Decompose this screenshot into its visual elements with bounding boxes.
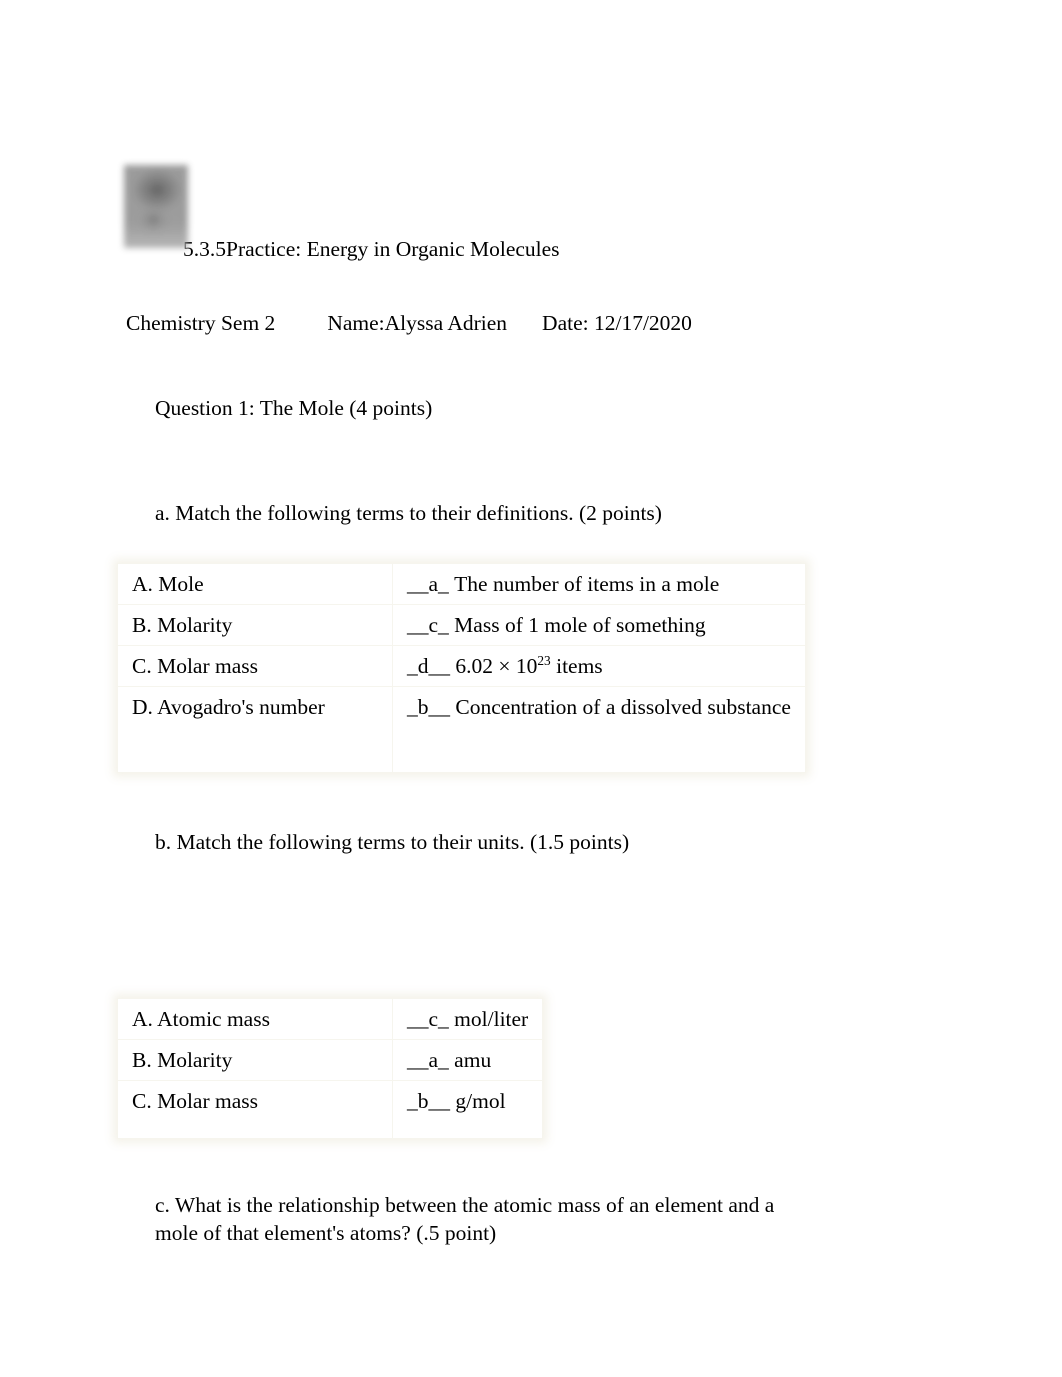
definition-label-suffix: items — [550, 654, 603, 678]
part-c-prompt: c. What is the relationship between the … — [155, 1193, 775, 1245]
answer-blank[interactable]: _d__ — [407, 654, 450, 678]
term-label: B. Molarity — [132, 613, 233, 637]
student-name-label: Name:Alyssa Adrien — [327, 311, 508, 335]
term-label: C. Molar mass — [132, 1089, 259, 1113]
course-label: Chemistry Sem 2 — [126, 311, 276, 335]
answer-blank[interactable]: __a_ — [407, 572, 449, 596]
page-title: 5.3.5Practice: Energy in Organic Molecul… — [183, 236, 560, 261]
term-label: B. Molarity — [132, 1048, 233, 1072]
document-meta-line: Chemistry Sem 2 Name:Alyssa Adrien Date: 1… — [126, 311, 692, 336]
term-cell: C. Molar mass — [117, 1080, 393, 1139]
table-row: C. Molar mass _b__ g/mol — [117, 1080, 544, 1139]
document-header: 5.3.5Practice: Energy in Organic Molecul… — [124, 165, 944, 262]
answer-blank[interactable]: __a_ — [407, 1048, 449, 1072]
answer-blank[interactable]: __c_ — [407, 613, 449, 637]
term-cell: C. Molar mass — [117, 645, 393, 687]
term-cell: B. Molarity — [117, 1039, 393, 1081]
definition-cell[interactable]: __c_ Mass of 1 mole of something — [392, 604, 806, 646]
table-row: B. Molarity __a_ amu — [117, 1039, 544, 1081]
exponent-label: 23 — [537, 652, 551, 668]
unit-cell[interactable]: _b__ g/mol — [391, 1080, 544, 1139]
matching-table-definitions: A. Mole __a_ The number of items in a mo… — [117, 563, 806, 773]
term-cell: D. Avogadro's number — [117, 686, 393, 773]
term-label: A. Mole — [132, 572, 204, 596]
definition-label: The number of items in a mole — [454, 572, 720, 596]
definition-label: Concentration of a dissolved substance — [455, 695, 791, 719]
definition-cell[interactable]: _b__ Concentration of a dissolved substa… — [392, 686, 806, 773]
title-row: 5.3.5Practice: Energy in Organic Molecul… — [124, 165, 944, 262]
matching-table-units: A. Atomic mass __c_ mol/liter B. Molarit… — [117, 998, 544, 1139]
part-b-prompt: b. Match the following terms to their un… — [155, 830, 630, 854]
unit-label: g/mol — [455, 1089, 506, 1113]
table-row: A. Mole __a_ The number of items in a mo… — [117, 563, 806, 605]
term-cell: A. Mole — [117, 563, 393, 605]
unit-label: amu — [454, 1048, 492, 1072]
term-cell: B. Molarity — [117, 604, 393, 646]
term-label: D. Avogadro's number — [132, 695, 325, 719]
definition-label: Mass of 1 mole of something — [454, 613, 706, 637]
part-a-prompt: a. Match the following terms to their de… — [155, 501, 662, 525]
question-1-heading: Question 1: The Mole (4 points) — [155, 396, 433, 420]
unit-label: mol/liter — [454, 1007, 529, 1031]
answer-blank[interactable]: _b__ — [407, 695, 450, 719]
date-label: Date: 12/17/2020 — [542, 311, 692, 335]
unit-cell[interactable]: __a_ amu — [391, 1039, 544, 1081]
table-row: A. Atomic mass __c_ mol/liter — [117, 998, 544, 1040]
definition-label-prefix: 6.02 × 10 — [455, 654, 538, 678]
table-row: D. Avogadro's number _b__ Concentration … — [117, 686, 806, 773]
document-page: 5.3.5Practice: Energy in Organic Molecul… — [0, 0, 1062, 1377]
unit-cell[interactable]: __c_ mol/liter — [391, 998, 544, 1040]
term-cell: A. Atomic mass — [117, 998, 393, 1040]
school-logo-icon — [124, 165, 188, 248]
term-label: A. Atomic mass — [132, 1007, 270, 1031]
definition-cell[interactable]: __a_ The number of items in a mole — [392, 563, 806, 605]
table-row: C. Molar mass _d__ 6.02 × 1023 items — [117, 645, 806, 687]
answer-blank[interactable]: __c_ — [407, 1007, 449, 1031]
table-row: B. Molarity __c_ Mass of 1 mole of somet… — [117, 604, 806, 646]
term-label: C. Molar mass — [132, 654, 259, 678]
definition-cell[interactable]: _d__ 6.02 × 1023 items — [392, 645, 806, 687]
answer-blank[interactable]: _b__ — [407, 1089, 450, 1113]
